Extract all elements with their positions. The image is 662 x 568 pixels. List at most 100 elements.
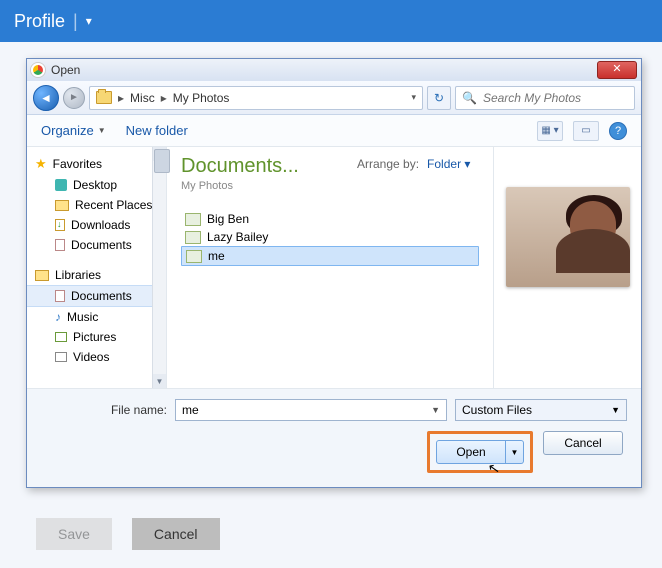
chevron-down-icon: ▼: [98, 126, 106, 135]
favorites-group: ★ Favorites Desktop Recent Places Downlo…: [27, 153, 166, 255]
libraries-group: Libraries Documents ♪Music Pictures Vide…: [27, 265, 166, 367]
address-bar: ◄ ► ▸ Misc ▸ My Photos ▾ ↻ 🔍: [27, 81, 641, 115]
favorites-header[interactable]: ★ Favorites: [27, 153, 166, 175]
view-mode-button[interactable]: ▦ ▾: [537, 121, 563, 141]
sidebar-item-label: Documents: [71, 289, 132, 303]
save-button[interactable]: Save: [36, 518, 112, 550]
sidebar-item-desktop[interactable]: Desktop: [27, 175, 166, 195]
scroll-thumb[interactable]: [154, 149, 170, 173]
breadcrumb-sep: ▸: [161, 91, 167, 105]
document-icon: [55, 239, 65, 251]
files: Big Ben Lazy Bailey me: [181, 210, 479, 266]
dialog-buttons: Open ▼ ↖ Cancel: [41, 431, 627, 473]
scroll-down-icon[interactable]: ▼: [153, 374, 166, 388]
chrome-icon: [31, 63, 45, 77]
libraries-icon: [35, 270, 49, 281]
organize-menu[interactable]: Organize ▼: [41, 123, 106, 138]
libraries-label: Libraries: [55, 268, 101, 282]
sidebar-item-label: Recent Places: [75, 198, 152, 212]
file-row: File name: me ▼ Custom Files ▼ Open ▼ ↖ …: [27, 388, 641, 487]
sidebar-item-documents[interactable]: Documents: [27, 235, 166, 255]
toolbar-right: ▦ ▾ ▭ ?: [537, 121, 627, 141]
download-icon: [55, 219, 65, 231]
page-button-row: Save Cancel: [36, 518, 220, 550]
chevron-down-icon[interactable]: ▾: [86, 14, 92, 28]
preview-figure: [570, 201, 616, 247]
libraries-header[interactable]: Libraries: [27, 265, 166, 285]
image-icon: [186, 250, 202, 263]
toolbar: Organize ▼ New folder ▦ ▾ ▭ ?: [27, 115, 641, 147]
refresh-button[interactable]: ↻: [427, 86, 451, 110]
open-highlight: Open ▼ ↖: [427, 431, 533, 473]
file-name: Lazy Bailey: [207, 230, 268, 244]
breadcrumb[interactable]: ▸ Misc ▸ My Photos ▾: [89, 86, 423, 110]
sidebar-item-lib-documents[interactable]: Documents: [27, 285, 166, 307]
sidebar-item-label: Pictures: [73, 330, 116, 344]
open-dropdown[interactable]: ▼: [506, 440, 524, 464]
sidebar-item-recent[interactable]: Recent Places: [27, 195, 166, 215]
file-item[interactable]: Lazy Bailey: [181, 228, 479, 246]
arrange-by: Arrange by: Folder ▾: [357, 157, 470, 171]
breadcrumb-part[interactable]: Misc: [130, 91, 155, 105]
search-box[interactable]: 🔍: [455, 86, 635, 110]
file-list: Documents... My Photos Big Ben Lazy Bail…: [167, 147, 493, 388]
favorites-label: Favorites: [53, 157, 102, 171]
sidebar: ★ Favorites Desktop Recent Places Downlo…: [27, 147, 167, 388]
profile-header: Profile | ▾: [0, 0, 662, 42]
preview-pane: [493, 147, 641, 388]
pictures-icon: [55, 332, 67, 342]
preview-pane-button[interactable]: ▭: [573, 121, 599, 141]
breadcrumb-dropdown-icon[interactable]: ▾: [411, 92, 416, 103]
arrange-value-text: Folder: [427, 157, 461, 171]
sidebar-item-lib-music[interactable]: ♪Music: [27, 307, 166, 327]
open-dialog: Open ✕ ◄ ► ▸ Misc ▸ My Photos ▾ ↻ 🔍 Orga…: [26, 58, 642, 488]
file-name: Big Ben: [207, 212, 249, 226]
sidebar-item-downloads[interactable]: Downloads: [27, 215, 166, 235]
arrange-label: Arrange by:: [357, 157, 419, 171]
sidebar-item-label: Desktop: [73, 178, 117, 192]
sidebar-item-label: Music: [67, 310, 98, 324]
breadcrumb-part[interactable]: My Photos: [173, 91, 230, 105]
arrange-value[interactable]: Folder ▾: [427, 157, 470, 171]
forward-button: ►: [63, 87, 85, 109]
image-icon: [185, 213, 201, 226]
library-subtitle: My Photos: [181, 180, 479, 192]
file-item-selected[interactable]: me: [181, 246, 479, 266]
filename-value: me: [182, 403, 199, 417]
search-input[interactable]: [483, 91, 628, 105]
file-name: me: [208, 249, 225, 263]
sidebar-scrollbar[interactable]: ▲ ▼: [152, 147, 166, 388]
filter-combo[interactable]: Custom Files ▼: [455, 399, 627, 421]
search-icon: 🔍: [462, 91, 477, 105]
back-button[interactable]: ◄: [33, 85, 59, 111]
preview-image: [506, 187, 630, 287]
sidebar-item-label: Downloads: [71, 218, 130, 232]
organize-label: Organize: [41, 123, 94, 138]
breadcrumb-sep: ▸: [118, 91, 124, 105]
divider: |: [73, 11, 78, 32]
filename-label: File name:: [41, 403, 167, 417]
sidebar-item-label: Videos: [73, 350, 109, 364]
dialog-cancel-button[interactable]: Cancel: [543, 431, 623, 455]
file-item[interactable]: Big Ben: [181, 210, 479, 228]
sidebar-item-lib-videos[interactable]: Videos: [27, 347, 166, 367]
help-icon[interactable]: ?: [609, 122, 627, 140]
chevron-down-icon[interactable]: ▼: [611, 405, 620, 415]
sidebar-item-label: Documents: [71, 238, 132, 252]
chevron-down-icon[interactable]: ▼: [431, 405, 440, 415]
cancel-button[interactable]: Cancel: [132, 518, 220, 550]
desktop-icon: [55, 179, 67, 191]
open-button[interactable]: Open: [436, 440, 506, 464]
star-icon: ★: [35, 156, 47, 172]
filename-combo[interactable]: me ▼: [175, 399, 447, 421]
image-icon: [185, 231, 201, 244]
close-icon[interactable]: ✕: [597, 61, 637, 79]
document-icon: [55, 290, 65, 302]
dialog-body: ★ Favorites Desktop Recent Places Downlo…: [27, 147, 641, 388]
profile-label: Profile: [14, 11, 65, 32]
folder-icon: [96, 91, 112, 104]
new-folder-button[interactable]: New folder: [126, 123, 188, 138]
sidebar-item-lib-pictures[interactable]: Pictures: [27, 327, 166, 347]
videos-icon: [55, 352, 67, 362]
main-area: Documents... My Photos Big Ben Lazy Bail…: [167, 147, 641, 388]
